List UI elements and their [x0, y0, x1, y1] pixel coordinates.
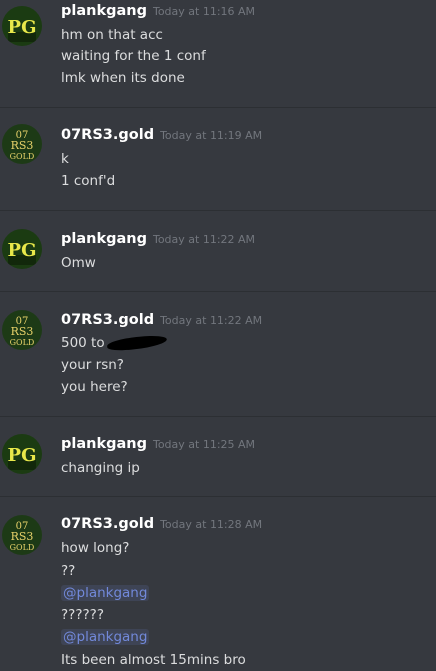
message-line: 1 conf'd [61, 173, 116, 189]
author-name[interactable]: 07RS3.gold Today at 11:22 AM [61, 312, 262, 328]
rs3-gold-avatar-icon: 07 RS3 GOLD [2, 124, 42, 164]
message-line: @plankgang [61, 585, 150, 601]
message-timestamp: Today at 11:19 AM [160, 129, 263, 142]
message-divider [0, 291, 436, 292]
svg-text:PG: PG [8, 17, 37, 38]
message-line: Omw [61, 255, 96, 271]
avatar[interactable]: 07 RS3 GOLD [2, 124, 42, 164]
pg-avatar-icon: PG [2, 434, 42, 474]
message-divider [0, 496, 436, 497]
rs3-gold-avatar-icon: 07 RS3 GOLD [2, 515, 42, 555]
message-divider [0, 416, 436, 417]
message-timestamp: Today at 11:22 AM [160, 314, 263, 327]
avatar[interactable]: 07 RS3 GOLD [2, 515, 42, 555]
author-name[interactable]: plankgang Today at 11:25 AM [61, 436, 255, 452]
svg-text:GOLD: GOLD [10, 543, 35, 552]
message-line: changing ip [61, 460, 140, 476]
message-divider [0, 107, 436, 108]
avatar[interactable]: PG [2, 434, 42, 474]
rs3-gold-avatar-icon: 07 RS3 GOLD [2, 310, 42, 350]
user-mention[interactable]: @plankgang [61, 585, 150, 601]
user-mention[interactable]: @plankgang [61, 629, 150, 645]
svg-text:PG: PG [8, 240, 37, 261]
svg-text:RS3: RS3 [11, 530, 34, 543]
message-divider [0, 210, 436, 211]
avatar[interactable]: 07 RS3 GOLD [2, 310, 42, 350]
message-line: k [61, 151, 69, 167]
avatar[interactable]: PG [2, 229, 42, 269]
author-name[interactable]: plankgang Today at 11:16 AM [61, 3, 255, 19]
author-name[interactable]: 07RS3.gold Today at 11:19 AM [61, 127, 262, 143]
message-timestamp: Today at 11:28 AM [160, 518, 263, 531]
message-line: Its been almost 15mins bro [61, 652, 246, 668]
author-name[interactable]: 07RS3.gold Today at 11:28 AM [61, 516, 262, 532]
message-line: ?? [61, 563, 76, 579]
redaction-scribble [106, 333, 168, 353]
message-line: ?????? [61, 607, 104, 623]
message-line: lmk when its done [61, 70, 185, 86]
svg-text:GOLD: GOLD [10, 152, 35, 161]
pg-avatar-icon: PG [2, 6, 42, 46]
svg-text:RS3: RS3 [11, 325, 34, 338]
svg-text:GOLD: GOLD [10, 338, 35, 347]
message-line: @plankgang [61, 629, 150, 645]
message-timestamp: Today at 11:22 AM [152, 233, 256, 246]
pg-avatar-icon: PG [2, 229, 42, 269]
message-line: how long? [61, 540, 130, 556]
avatar[interactable]: PG [2, 6, 42, 46]
svg-text:PG: PG [8, 445, 37, 466]
message-timestamp: Today at 11:25 AM [152, 438, 256, 451]
svg-text:RS3: RS3 [11, 139, 34, 152]
message-line: you here? [61, 379, 128, 395]
message-line: waiting for the 1 conf [61, 48, 206, 64]
message-timestamp: Today at 11:16 AM [152, 5, 256, 18]
message-line: your rsn? [61, 357, 124, 373]
message-line: hm on that acc [61, 27, 163, 43]
author-name[interactable]: plankgang Today at 11:22 AM [61, 231, 255, 247]
message-line: 500 to [61, 333, 168, 353]
